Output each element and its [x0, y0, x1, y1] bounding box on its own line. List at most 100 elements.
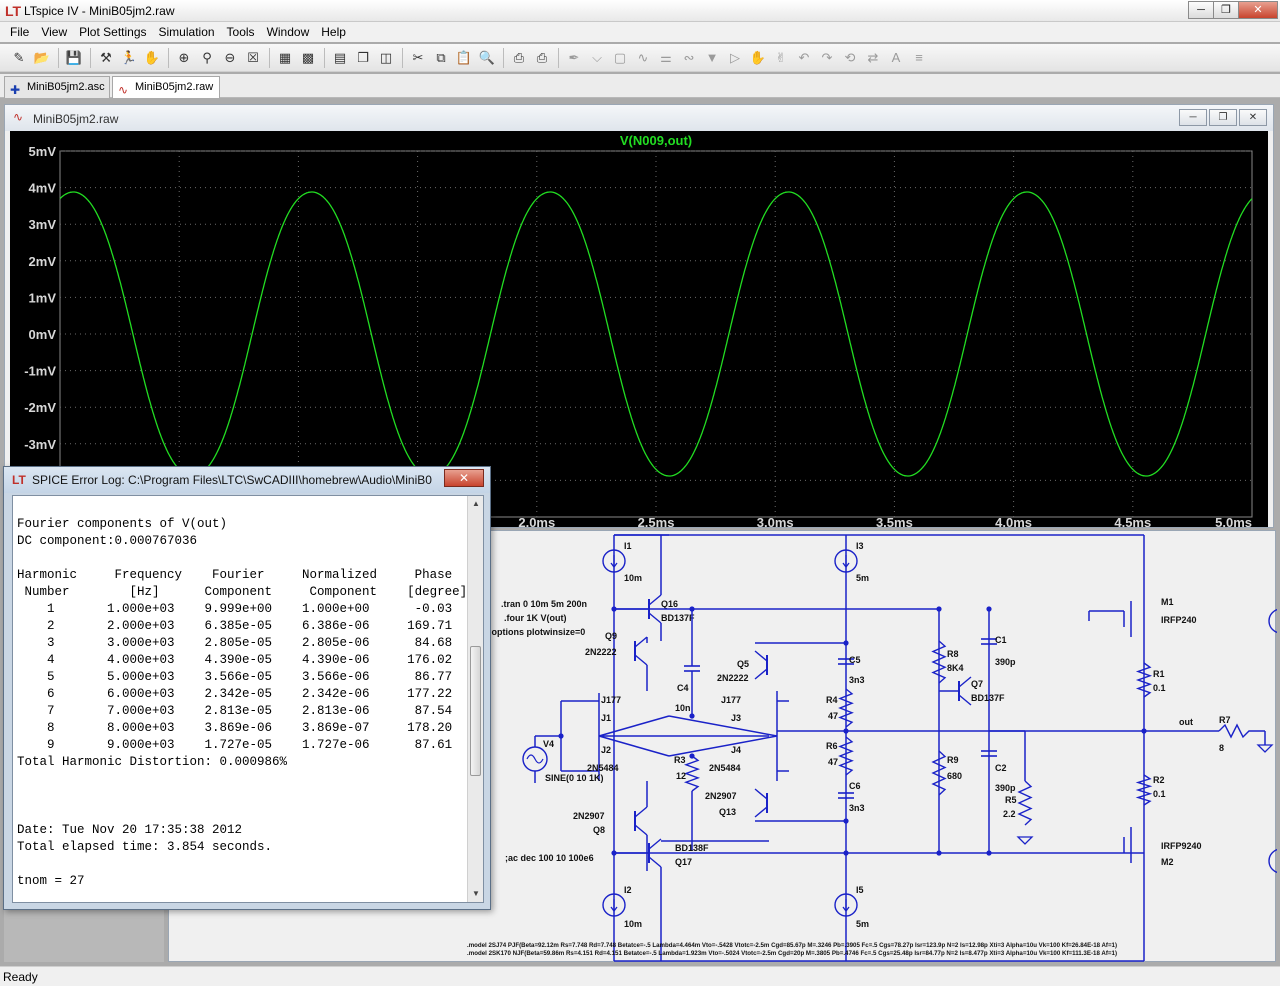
toolbar-divider [402, 47, 403, 68]
child-minimize-button[interactable]: ─ [1179, 109, 1207, 126]
move-hand-icon[interactable]: ✋ [747, 47, 769, 69]
trace-label: V(N009,out) [620, 133, 692, 148]
scrollbar-thumb[interactable] [470, 646, 481, 776]
new-schematic-icon[interactable]: ✎ [8, 47, 30, 69]
tile-horizontal-icon[interactable]: ▤ [329, 47, 351, 69]
mdi-background [4, 910, 164, 962]
print-icon[interactable]: ⎙ [531, 47, 553, 69]
log-line: 9 9.000e+03 1.727e-05 1.727e-06 87.61 [17, 738, 453, 752]
component-label: Q13 [719, 807, 736, 817]
log-line: Total Harmonic Distortion: 0.000986% [17, 755, 288, 769]
diode-icon[interactable]: ▼ [701, 47, 723, 69]
component-label: Q16 [661, 599, 678, 609]
cascade-icon[interactable]: ❐ [352, 47, 374, 69]
save-icon[interactable]: 💾 [63, 47, 85, 69]
grid-icon[interactable]: ▩ [297, 47, 319, 69]
child-close-button[interactable]: ✕ [1239, 109, 1267, 126]
text-icon[interactable]: A [885, 47, 907, 69]
spice-directive: .options plotwinsize=0 [489, 627, 585, 637]
menu-help[interactable]: Help [315, 22, 352, 42]
error-log-close-button[interactable]: ✕ [444, 469, 484, 487]
zoom-out-icon[interactable]: ⊖ [219, 47, 241, 69]
tab-waveform[interactable]: ∿ MiniB05jm2.raw [112, 76, 220, 98]
zoom-fit-icon[interactable]: ☒ [242, 47, 264, 69]
component-icon[interactable]: ▷ [724, 47, 746, 69]
zoom-in-icon[interactable]: ⊕ [173, 47, 195, 69]
menu-view[interactable]: View [35, 22, 73, 42]
resistor-symbol [1017, 780, 1033, 826]
wire-icon[interactable]: ✒ [563, 47, 585, 69]
drag-hand-icon[interactable]: ✌ [770, 47, 792, 69]
resistor-icon[interactable]: ∿ [632, 47, 654, 69]
zoom-area-icon[interactable]: ⚲ [196, 47, 218, 69]
menu-tools[interactable]: Tools [221, 22, 261, 42]
toolbar-divider [503, 47, 504, 68]
component-label: R6 [826, 741, 838, 751]
minimize-button[interactable]: ─ [1188, 1, 1214, 19]
copy-icon[interactable]: ⧉ [430, 47, 452, 69]
paste-icon[interactable]: 📋 [453, 47, 475, 69]
toolbar-divider [90, 47, 91, 68]
close-button[interactable]: ✕ [1238, 1, 1278, 19]
restore-button[interactable]: ❐ [1213, 1, 1239, 19]
pan-hand-icon[interactable]: ✋ [141, 47, 163, 69]
waveform-icon: ∿ [13, 110, 24, 124]
tab-label: MiniB05jm2.asc [27, 81, 105, 93]
log-line: 2 2.000e+03 6.385e-05 6.386e-06 169.71 [17, 619, 453, 633]
y-tick-label: 1mV [29, 290, 57, 305]
undo-icon[interactable]: ↶ [793, 47, 815, 69]
inductor-icon[interactable]: ∾ [678, 47, 700, 69]
menu-simulation[interactable]: Simulation [153, 22, 221, 42]
redo-icon[interactable]: ↷ [816, 47, 838, 69]
component-label: 8 [1219, 743, 1224, 753]
label-net-icon[interactable]: ▢ [609, 47, 631, 69]
scroll-up-icon[interactable]: ▲ [468, 496, 483, 512]
open-folder-icon[interactable]: 📂 [31, 47, 53, 69]
spice-directive: ;ac dec 100 10 100e6 [505, 853, 594, 863]
log-line: Total elapsed time: 3.854 seconds. [17, 840, 273, 854]
component-label: 3n3 [849, 803, 865, 813]
spice-model-line: .model 2SK170 NJF(Beta=59.86m Rs=4.151 R… [467, 950, 1117, 957]
log-line: 8 8.000e+03 3.869e-06 3.869e-07 178.20 [17, 721, 453, 735]
rotate-icon[interactable]: ⟲ [839, 47, 861, 69]
tile-vertical-icon[interactable]: ◫ [375, 47, 397, 69]
transistor-collector [754, 788, 768, 800]
menu-file[interactable]: File [4, 22, 35, 42]
component-label: V4 [543, 739, 554, 749]
error-log-scrollbar[interactable]: ▲ ▼ [467, 496, 483, 902]
scroll-down-icon[interactable]: ▼ [468, 886, 483, 902]
tab-schematic[interactable]: ✚ MiniB05jm2.asc [4, 76, 110, 98]
component-label: R3 [674, 755, 686, 765]
mirror-icon[interactable]: ⇄ [862, 47, 884, 69]
spice-directive-icon[interactable]: ≡ [908, 47, 930, 69]
find-icon[interactable]: 🔍 [476, 47, 498, 69]
menu-plot-settings[interactable]: Plot Settings [73, 22, 152, 42]
child-restore-button[interactable]: ❐ [1209, 109, 1237, 126]
cut-icon[interactable]: ✂ [407, 47, 429, 69]
x-tick-label: 4.5ms [1114, 515, 1151, 527]
autorange-icon[interactable]: ▦ [274, 47, 296, 69]
run-icon[interactable]: 🏃 [118, 47, 140, 69]
print-preview-icon[interactable]: ⎙ [508, 47, 530, 69]
ground-symbol [1016, 836, 1034, 845]
partial-source-symbol [1268, 848, 1277, 874]
component-label: 0.1 [1153, 789, 1166, 799]
log-line: Harmonic Frequency Fourier Normalized Ph… [17, 568, 453, 582]
transistor-emitter [634, 654, 648, 666]
component-label: J3 [731, 713, 741, 723]
status-bar: Ready [0, 966, 1280, 986]
waveform-icon: ∿ [118, 83, 129, 97]
menu-window[interactable]: Window [261, 22, 316, 42]
log-line: Number [Hz] Component Component [degree] [17, 585, 468, 599]
ground-icon[interactable]: ⌵ [586, 47, 608, 69]
capacitor-icon[interactable]: ⚌ [655, 47, 677, 69]
component-label: R7 [1219, 715, 1231, 725]
transistor-emitter [648, 612, 662, 624]
ltspice-logo-icon: LT [5, 3, 22, 19]
tab-label: MiniB05jm2.raw [135, 81, 214, 93]
transistor-collector [648, 594, 662, 606]
resistor-symbol [1218, 723, 1265, 739]
error-log-body[interactable]: Fourier components of V(out) DC component… [12, 495, 484, 903]
control-panel-hammer-icon[interactable]: ⚒ [95, 47, 117, 69]
